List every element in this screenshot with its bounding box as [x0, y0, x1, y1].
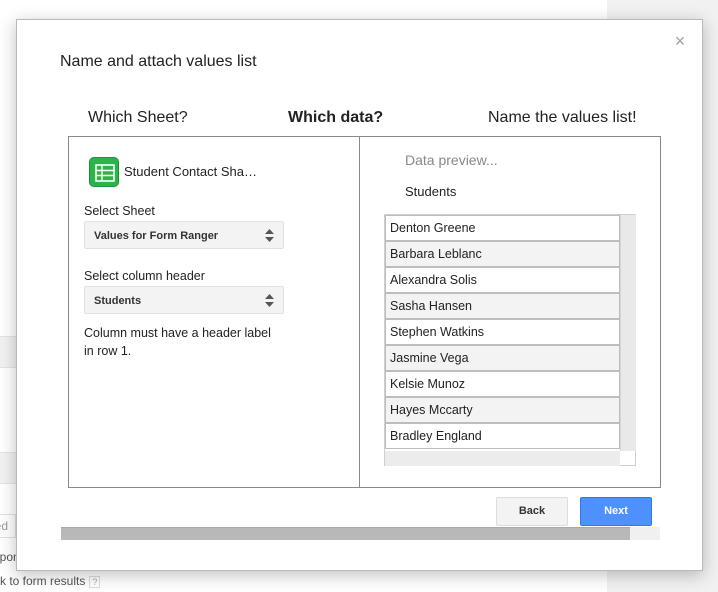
vertical-scrollbar[interactable] — [620, 215, 636, 451]
list-item: Alexandra Solis — [385, 267, 620, 293]
column-help-text: Column must have a header label in row 1… — [84, 326, 271, 358]
close-icon[interactable]: × — [672, 32, 688, 50]
spreadsheet-name: Student Contact Sha… — [124, 164, 257, 179]
next-button[interactable]: Next — [580, 497, 652, 526]
spreadsheet-icon — [89, 157, 119, 187]
progress-bar — [61, 527, 660, 540]
step-which-data: Which data? — [288, 109, 384, 126]
select-column-dropdown[interactable]: Students — [84, 286, 284, 314]
background-field-text: led — [0, 519, 9, 533]
background-row — [0, 336, 16, 368]
step-name-values-list: Name the values list! — [488, 109, 637, 126]
sort-arrows-icon — [265, 294, 274, 307]
data-preview-list[interactable]: Denton Greene Barbara Leblanc Alexandra … — [384, 214, 636, 466]
list-item: Kelsie Munoz — [385, 371, 620, 397]
list-item: Stephen Watkins — [385, 319, 620, 345]
select-column-label: Select column header — [84, 269, 205, 283]
select-column-value: Students — [94, 295, 142, 307]
background-responses-text: responses — [0, 550, 16, 564]
data-preview-label: Data preview... — [405, 152, 498, 168]
panel-divider — [359, 137, 360, 487]
step-which-sheet: Which Sheet? — [88, 109, 188, 126]
back-button[interactable]: Back — [496, 497, 568, 526]
list-item: Hayes Mccarty — [385, 397, 620, 423]
horizontal-scrollbar[interactable] — [385, 451, 620, 466]
help-icon[interactable]: ? — [89, 576, 101, 588]
dialog-title: Name and attach values list — [60, 53, 257, 70]
list-item: Bradley England — [385, 423, 620, 449]
background-form-results-link[interactable]: k to form results? — [0, 574, 101, 588]
select-sheet-value: Values for Form Ranger — [94, 230, 219, 242]
sort-arrows-icon — [265, 229, 274, 242]
preview-column-header: Students — [405, 184, 457, 199]
list-item: Jasmine Vega — [385, 345, 620, 371]
progress-bar-fill — [61, 527, 631, 540]
list-item: Barbara Leblanc — [385, 241, 620, 267]
background-row — [0, 452, 16, 484]
wizard-panel: Student Contact Sha… Select Sheet Values… — [68, 136, 661, 488]
values-list-dialog: × Name and attach values list Which Shee… — [16, 19, 703, 571]
select-sheet-dropdown[interactable]: Values for Form Ranger — [84, 221, 284, 249]
list-item: Sasha Hansen — [385, 293, 620, 319]
select-sheet-label: Select Sheet — [84, 204, 155, 218]
list-item: Denton Greene — [385, 215, 620, 241]
background-field: led — [0, 514, 16, 538]
